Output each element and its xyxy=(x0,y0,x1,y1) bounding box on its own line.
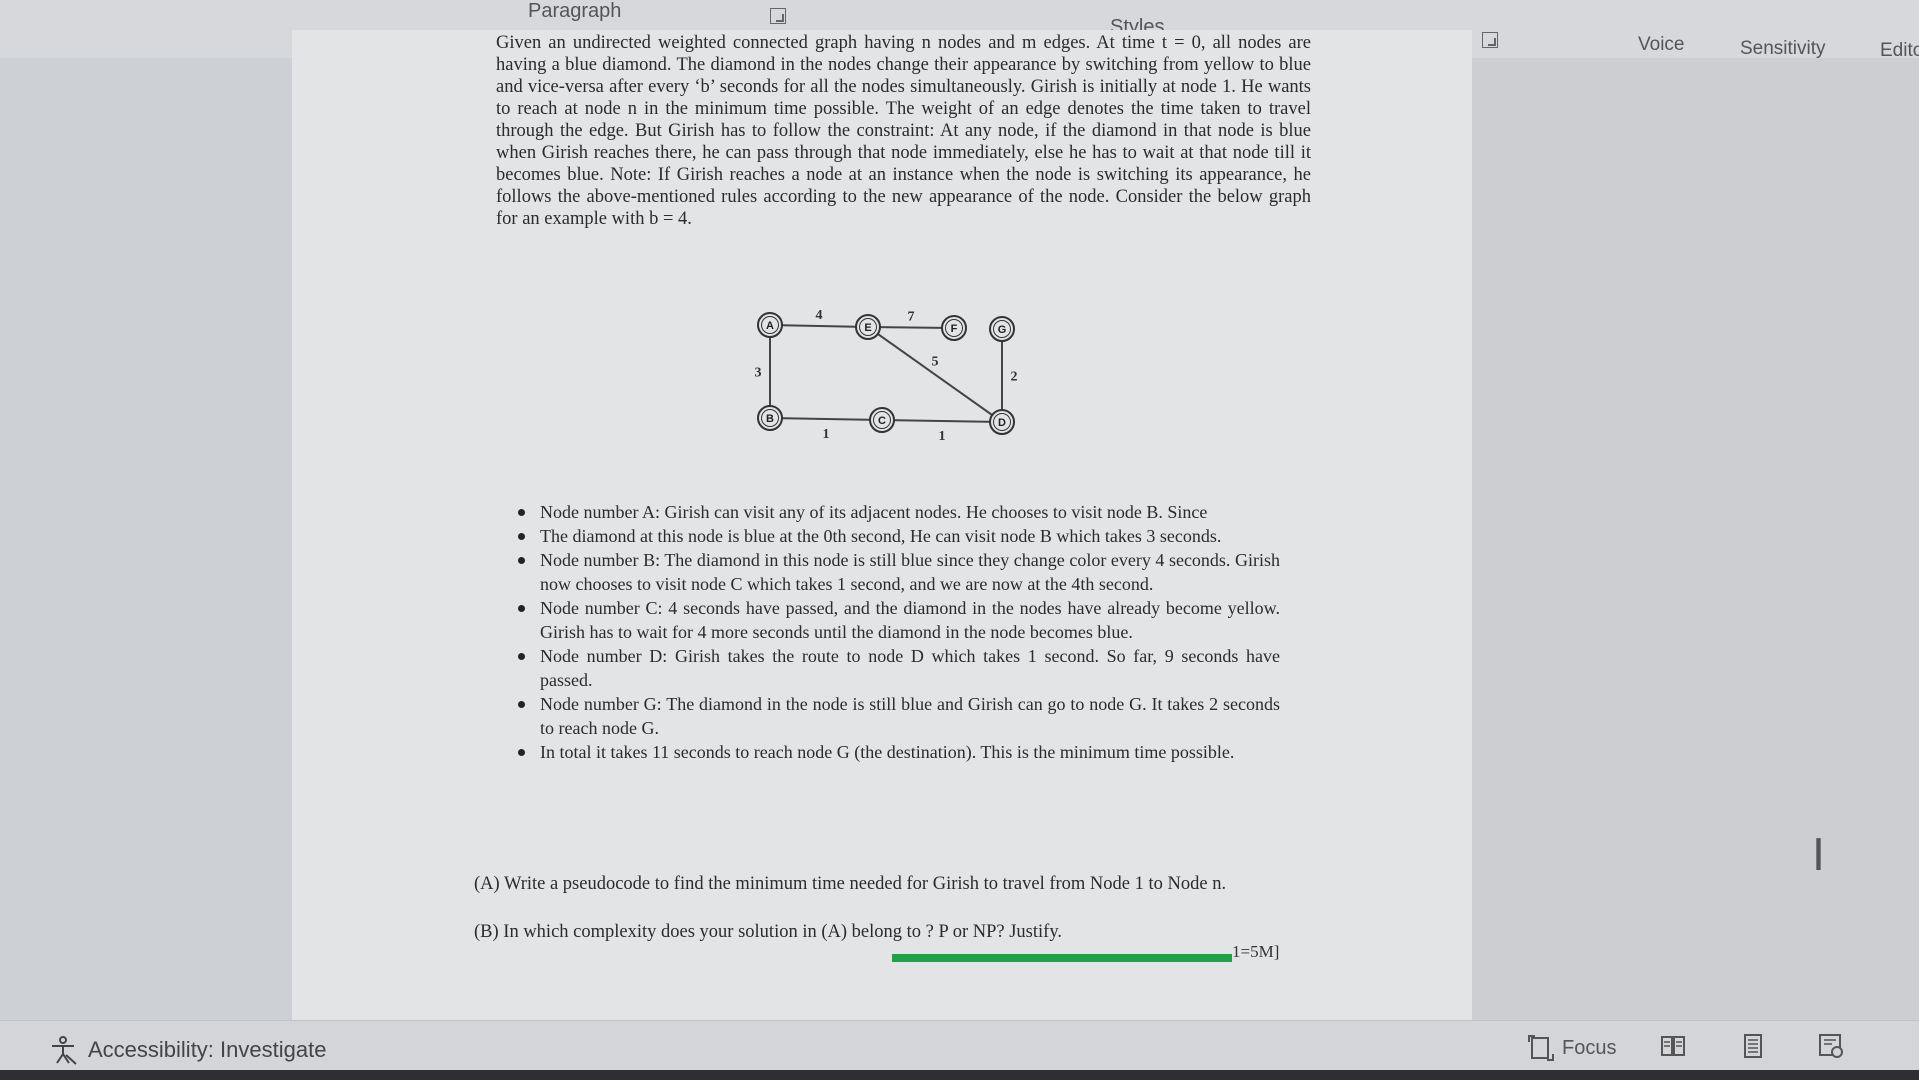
node-D: D xyxy=(989,409,1015,435)
green-underline-bar xyxy=(892,954,1232,962)
node-F: F xyxy=(941,315,967,341)
sensitivity-button[interactable]: Sensitivity xyxy=(1740,38,1826,60)
node-label: F xyxy=(951,323,958,335)
node-label: E xyxy=(864,322,871,334)
list-item: Node number D: Girish takes the route to… xyxy=(518,644,1280,692)
accessibility-label: Accessibility: Investigate xyxy=(88,1037,327,1062)
document-body[interactable]: Given an undirected weighted connected g… xyxy=(496,32,1311,230)
print-layout-icon[interactable] xyxy=(1740,1033,1766,1059)
edge-E-D xyxy=(867,326,1003,423)
edge-weight-label: 1 xyxy=(939,429,946,444)
web-layout-icon[interactable] xyxy=(1818,1033,1844,1059)
status-bar: Accessibility: Investigate Focus xyxy=(0,1020,1919,1071)
question-a: (A) Write a pseudocode to find the minim… xyxy=(474,874,1227,894)
edge-weight-label: 7 xyxy=(908,310,915,325)
accessibility-status[interactable]: Accessibility: Investigate xyxy=(48,1035,326,1065)
paragraph-group-label: Paragraph xyxy=(528,0,622,22)
styles-launcher-icon[interactable] xyxy=(1482,32,1498,48)
focus-button[interactable]: Focus xyxy=(1528,1035,1616,1061)
list-item: The diamond at this node is blue at the … xyxy=(518,524,1280,548)
edge-A-E xyxy=(769,324,869,328)
left-margin-area xyxy=(0,58,292,1020)
list-item: In total it takes 11 seconds to reach no… xyxy=(518,740,1280,764)
paragraph-launcher-icon[interactable] xyxy=(770,8,786,24)
node-E: E xyxy=(855,314,881,340)
edge-weight-label: 1 xyxy=(823,427,830,442)
list-item: Node number B: The diamond in this node … xyxy=(518,548,1280,596)
node-label: G xyxy=(998,324,1007,336)
list-item: Node number A: Girish can visit any of i… xyxy=(518,500,1280,524)
edge-weight-label: 4 xyxy=(816,308,823,323)
node-label: A xyxy=(766,320,774,332)
node-B: B xyxy=(757,405,783,431)
edge-C-D xyxy=(881,419,1003,423)
node-label: D xyxy=(998,417,1006,429)
node-G: G xyxy=(989,316,1015,342)
edge-weight-label: 3 xyxy=(755,366,762,381)
steps-list: Node number A: Girish can visit any of i… xyxy=(518,500,1280,764)
graph-figure: 4 7 3 5 2 1 1 A E F G B C D xyxy=(755,308,1018,444)
voice-button[interactable]: Voice xyxy=(1638,34,1684,56)
node-C: C xyxy=(869,407,895,433)
read-mode-icon[interactable] xyxy=(1660,1033,1686,1059)
list-item: Node number C: 4 seconds have passed, an… xyxy=(518,596,1280,644)
edge-B-C xyxy=(769,417,883,421)
edge-weight-label: 2 xyxy=(1011,370,1018,385)
node-label: C xyxy=(878,415,886,427)
problem-statement: Given an undirected weighted connected g… xyxy=(496,33,1311,229)
list-item: Node number G: The diamond in the node i… xyxy=(518,692,1280,740)
node-label: B xyxy=(766,413,774,425)
marks-label: 1=5M] xyxy=(1232,942,1280,961)
focus-label: Focus xyxy=(1562,1036,1617,1059)
right-margin-area xyxy=(1472,58,1919,1020)
edge-weight-label: 5 xyxy=(932,355,939,370)
focus-icon xyxy=(1528,1035,1554,1061)
taskbar-edge xyxy=(0,1070,1919,1080)
text-cursor-icon: I xyxy=(1812,830,1825,881)
accessibility-icon xyxy=(52,1036,77,1065)
node-A: A xyxy=(757,312,783,338)
question-b: (B) In which complexity does your soluti… xyxy=(474,922,1062,942)
